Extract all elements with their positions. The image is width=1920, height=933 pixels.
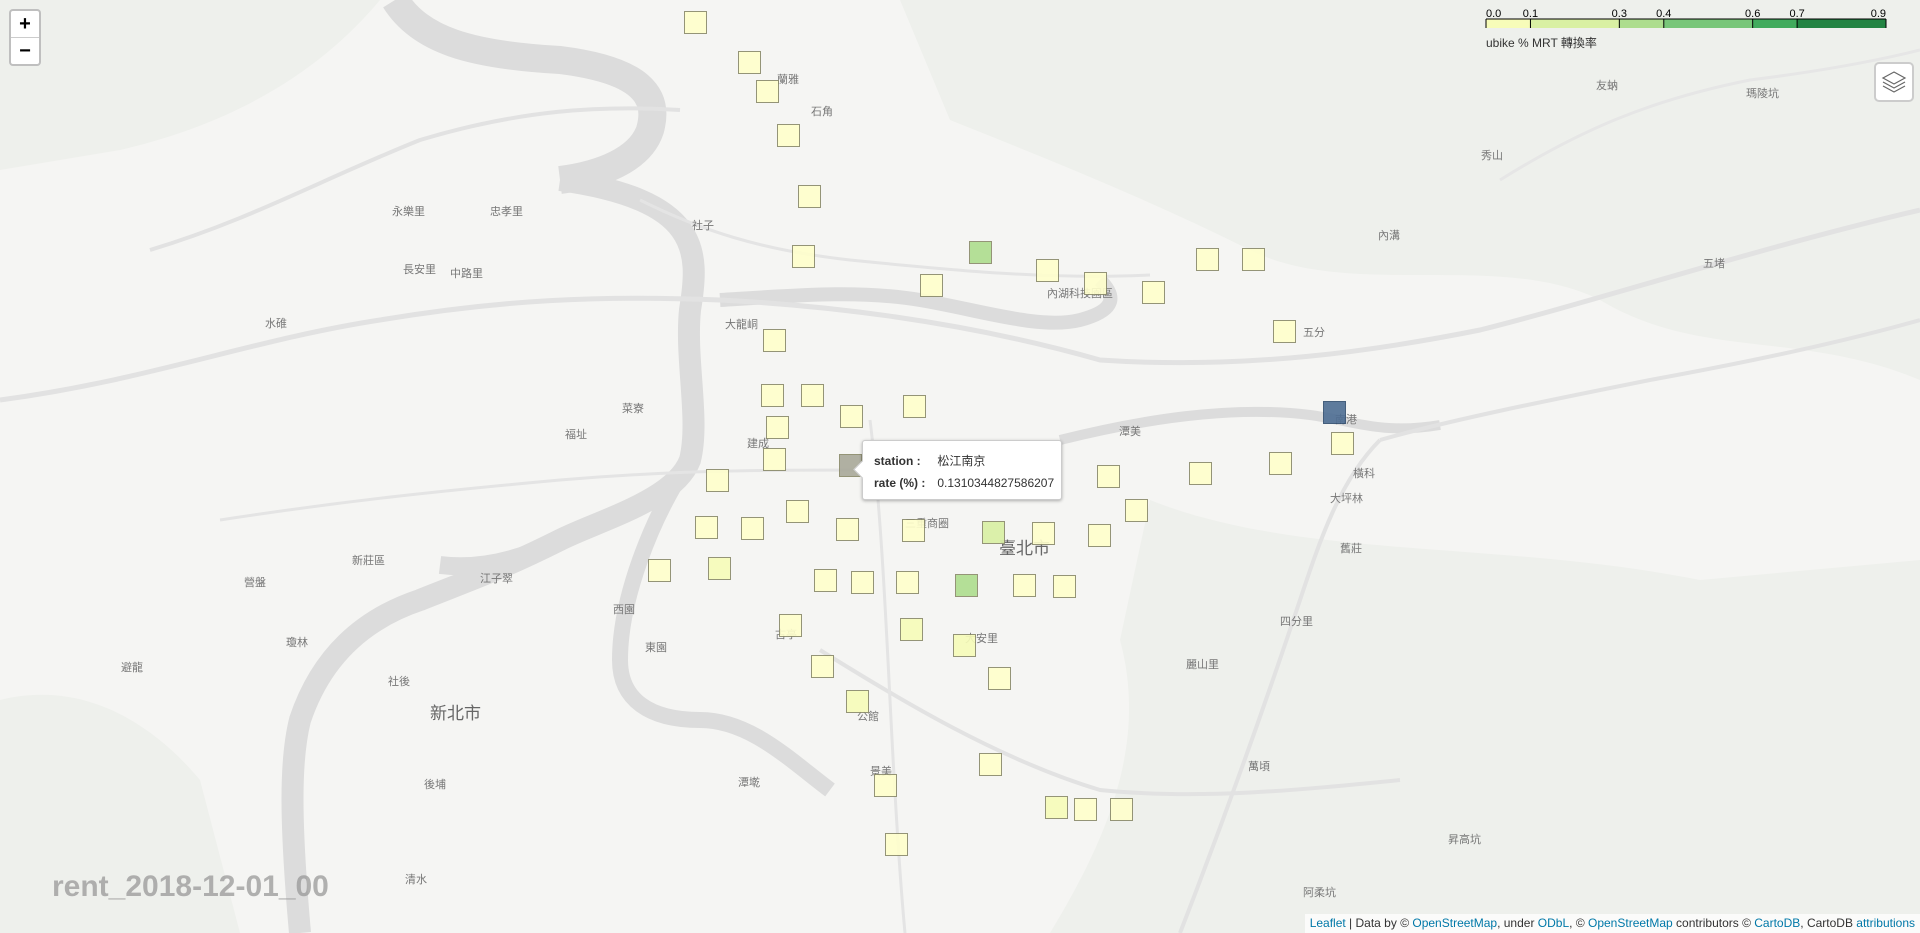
station-marker[interactable] <box>706 469 729 492</box>
tooltip-rate-key: rate (%) : <box>874 476 926 490</box>
legend-color-segment <box>1797 19 1886 28</box>
station-marker[interactable] <box>1125 499 1148 522</box>
station-marker[interactable] <box>779 614 802 637</box>
cartodb-link[interactable]: CartoDB <box>1754 916 1800 930</box>
station-marker[interactable] <box>1036 259 1059 282</box>
osm-contributors-link[interactable]: OpenStreetMap <box>1588 916 1673 930</box>
legend-tick-label: 0.1 <box>1523 8 1538 20</box>
legend-color-segment <box>1530 19 1620 28</box>
attribution-bar: Leaflet | Data by © OpenStreetMap, under… <box>1304 914 1920 933</box>
station-marker[interactable] <box>761 384 784 407</box>
station-marker[interactable] <box>979 753 1002 776</box>
time-title: rent_2018-12-01_00 <box>52 870 329 903</box>
legend-tick-label: 0.3 <box>1612 8 1627 20</box>
station-marker[interactable] <box>840 405 863 428</box>
station-marker[interactable] <box>896 571 919 594</box>
tooltip-station-value: 松江南京 <box>937 454 986 468</box>
station-marker[interactable] <box>763 448 786 471</box>
zoom-out-button[interactable]: − <box>11 38 39 64</box>
legend-color-segment <box>1663 19 1753 28</box>
station-marker[interactable] <box>1053 575 1076 598</box>
station-marker[interactable] <box>1084 272 1107 295</box>
legend-tick-label: 0.6 <box>1745 8 1760 20</box>
legend-color-segment <box>1486 19 1531 28</box>
station-marker[interactable] <box>801 384 824 407</box>
attribution-text-1: | Data by © <box>1345 916 1413 930</box>
station-marker[interactable] <box>1032 522 1055 545</box>
legend-tick-label: 0.4 <box>1656 8 1671 20</box>
odbl-link[interactable]: ODbL <box>1538 916 1569 930</box>
map-canvas[interactable]: 蘭雅 石角 社子 永樂里 忠孝里 長安里 中路里 大龍峒 水碓 菜寮 福址 建成 三重商圈 新莊區 江子翠營… <box>0 0 1920 933</box>
leaflet-link[interactable]: Leaflet <box>1310 916 1346 930</box>
tooltip-rate-row: rate (%) : 0.1310344827586207 <box>874 472 1054 494</box>
station-marker[interactable] <box>982 521 1005 544</box>
station-marker[interactable] <box>1242 248 1265 271</box>
station-marker[interactable] <box>792 245 815 268</box>
zoom-control: + − <box>9 9 41 66</box>
layers-icon <box>1881 71 1907 93</box>
station-marker[interactable] <box>874 774 897 797</box>
station-marker[interactable] <box>851 571 874 594</box>
tooltip-station-row: station : 松江南京 <box>874 450 1050 472</box>
tooltip-station-key: station : <box>874 454 921 468</box>
station-marker[interactable] <box>648 559 671 582</box>
station-marker[interactable] <box>1269 452 1292 475</box>
station-marker[interactable] <box>708 557 731 580</box>
layers-button[interactable] <box>1874 62 1914 102</box>
station-marker[interactable] <box>1088 524 1111 547</box>
station-marker[interactable] <box>1273 320 1296 343</box>
station-marker[interactable] <box>988 667 1011 690</box>
station-marker[interactable] <box>741 517 764 540</box>
station-marker[interactable] <box>1196 248 1219 271</box>
station-marker[interactable] <box>814 569 837 592</box>
legend-caption: ubike % MRT 轉換率 <box>1486 36 1597 50</box>
osm-link[interactable]: OpenStreetMap <box>1412 916 1497 930</box>
station-marker[interactable] <box>900 618 923 641</box>
station-marker[interactable] <box>1189 462 1212 485</box>
station-marker[interactable] <box>955 574 978 597</box>
station-marker[interactable] <box>1074 798 1097 821</box>
station-marker[interactable] <box>1110 798 1133 821</box>
attribution-text-5: , CartoDB <box>1800 916 1857 930</box>
legend-tick-label: 0.9 <box>1871 8 1886 20</box>
station-marker[interactable] <box>1097 465 1120 488</box>
station-marker[interactable] <box>1323 401 1346 424</box>
station-marker[interactable] <box>1142 281 1165 304</box>
station-marker[interactable] <box>846 690 869 713</box>
legend-tick-label: 0.7 <box>1789 8 1804 20</box>
legend-color-segment <box>1752 19 1798 28</box>
station-marker[interactable] <box>798 185 821 208</box>
station-marker[interactable] <box>902 519 925 542</box>
station-marker[interactable] <box>756 80 779 103</box>
attribution-text-4: contributors © <box>1672 916 1755 930</box>
station-marker[interactable] <box>766 416 789 439</box>
station-marker[interactable] <box>1331 432 1354 455</box>
legend-color-segment <box>1619 19 1664 28</box>
tooltip-rate-value: 0.1310344827586207 <box>937 476 1055 490</box>
station-marker[interactable] <box>777 124 800 147</box>
station-marker[interactable] <box>738 51 761 74</box>
station-marker[interactable] <box>903 395 926 418</box>
station-marker[interactable] <box>1045 796 1068 819</box>
station-marker[interactable] <box>811 655 834 678</box>
cartodb-attributions-link[interactable]: attributions <box>1856 916 1915 930</box>
station-tooltip: station : 松江南京 rate (%) : 0.131034482758… <box>853 440 1062 500</box>
color-legend: 0.0 0.1 0.3 0.4 0.6 0.7 0.9 ubike % MRT 轉換率 <box>1478 8 1888 50</box>
station-marker[interactable] <box>684 11 707 34</box>
station-marker[interactable] <box>969 241 992 264</box>
legend-tick-label: 0.0 <box>1486 8 1501 20</box>
station-marker[interactable] <box>763 329 786 352</box>
attribution-text-2: , under <box>1497 916 1538 930</box>
attribution-text-3: , © <box>1569 916 1588 930</box>
station-marker[interactable] <box>920 274 943 297</box>
zoom-in-button[interactable]: + <box>11 11 39 38</box>
station-marker[interactable] <box>885 833 908 856</box>
station-marker[interactable] <box>1013 574 1036 597</box>
station-marker[interactable] <box>953 634 976 657</box>
station-marker[interactable] <box>695 516 718 539</box>
station-marker[interactable] <box>786 500 809 523</box>
station-marker[interactable] <box>836 518 859 541</box>
